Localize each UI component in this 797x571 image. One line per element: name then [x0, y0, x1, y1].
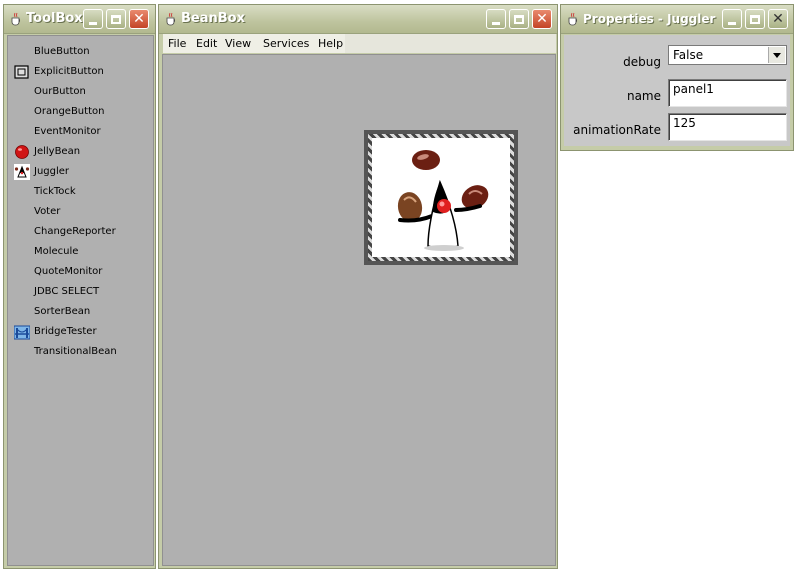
toolbox-item-label: Voter	[34, 206, 61, 217]
properties-panel: debug False name panel1 animationRate 12…	[564, 35, 790, 146]
name-field[interactable]: panel1	[668, 79, 787, 107]
toolbox-item-label: EventMonitor	[34, 126, 101, 137]
toolbox-item-label: TickTock	[34, 186, 76, 197]
beanbox-window: BeanBox ✕ File Edit View Services Help	[158, 4, 558, 569]
toolbox-item-label: BridgeTester	[34, 326, 97, 337]
debug-select[interactable]: False	[668, 45, 787, 65]
properties-minimize-button[interactable]	[722, 9, 742, 29]
close-icon: ✕	[133, 11, 145, 27]
toolbox-item-orangebutton[interactable]: OrangeButton	[8, 102, 153, 122]
beanbox-minimize-button[interactable]	[486, 9, 506, 29]
menubar-filler	[345, 34, 556, 53]
toolbox-item-voter[interactable]: Voter	[8, 202, 153, 222]
toolbox-item-molecule[interactable]: Molecule	[8, 242, 153, 262]
toolbox-list: BlueButton ExplicitButton OurButton Oran…	[8, 42, 153, 362]
toolbox-item-quotemonitor[interactable]: QuoteMonitor	[8, 262, 153, 282]
toolbox-item-label: ExplicitButton	[34, 66, 104, 77]
toolbox-item-jellybean[interactable]: JellyBean	[8, 142, 153, 162]
juggler-duke-image	[397, 150, 489, 251]
bridge-icon	[14, 325, 30, 340]
toolbox-item-ticktock[interactable]: TickTock	[8, 182, 153, 202]
java-cup-icon	[568, 12, 578, 26]
debug-select-value: False	[673, 48, 704, 62]
juggler-bean-display	[372, 138, 510, 257]
chevron-down-icon[interactable]	[768, 47, 785, 63]
animationrate-field[interactable]: 125	[668, 113, 787, 141]
menu-services[interactable]: Services	[263, 37, 309, 50]
toolbox-item-eventmonitor[interactable]: EventMonitor	[8, 122, 153, 142]
toolbox-item-label: JDBC SELECT	[34, 286, 100, 297]
toolbox-item-sorterbean[interactable]: SorterBean	[8, 302, 153, 322]
toolbox-item-label: SorterBean	[34, 306, 91, 317]
properties-titlebar[interactable]: Properties - Juggler ✕	[561, 5, 793, 34]
beanbox-titlebar[interactable]: BeanBox ✕	[159, 5, 557, 34]
toolbox-item-label: OrangeButton	[34, 106, 105, 117]
menu-help[interactable]: Help	[318, 37, 343, 50]
beanbox-menubar: File Edit View Services Help	[163, 34, 345, 53]
maximize-icon	[514, 14, 524, 24]
java-cup-icon	[166, 12, 176, 26]
maximize-icon	[750, 14, 760, 24]
toolbox-title: ToolBox	[26, 11, 83, 26]
toolbox-item-changereporter[interactable]: ChangeReporter	[8, 222, 153, 242]
toolbox-item-transitionalbean[interactable]: TransitionalBean	[8, 342, 153, 362]
beanbox-maximize-button[interactable]	[509, 9, 529, 29]
properties-window: Properties - Juggler ✕ debug False name …	[560, 4, 794, 151]
toolbox-item-label: TransitionalBean	[34, 346, 117, 357]
toolbox-item-ourbutton[interactable]: OurButton	[8, 82, 153, 102]
toolbox-close-button[interactable]: ✕	[129, 9, 149, 29]
properties-title: Properties - Juggler	[583, 12, 716, 26]
property-label-debug: debug	[623, 55, 661, 69]
toolbox-item-label: QuoteMonitor	[34, 266, 103, 277]
square-button-icon	[14, 65, 29, 79]
juggler-icon	[14, 164, 30, 180]
property-label-name: name	[626, 89, 661, 103]
toolbox-titlebar[interactable]: ToolBox ✕	[4, 5, 155, 34]
java-cup-icon	[11, 12, 21, 26]
toolbox-item-explicitbutton[interactable]: ExplicitButton	[8, 62, 153, 82]
toolbox-item-label: ChangeReporter	[34, 226, 116, 237]
toolbox-minimize-button[interactable]	[83, 9, 103, 29]
close-icon: ✕	[772, 11, 784, 27]
property-label-animationrate: animationRate	[573, 123, 661, 137]
properties-close-button[interactable]: ✕	[768, 9, 788, 29]
toolbox-item-label: Molecule	[34, 246, 79, 257]
toolbox-maximize-button[interactable]	[106, 9, 126, 29]
toolbox-item-bluebutton[interactable]: BlueButton	[8, 42, 153, 62]
minimize-icon	[492, 21, 500, 25]
menu-file[interactable]: File	[168, 37, 186, 50]
toolbox-item-label: OurButton	[34, 86, 86, 97]
properties-maximize-button[interactable]	[745, 9, 765, 29]
minimize-icon	[728, 21, 736, 25]
beanbox-close-button[interactable]: ✕	[532, 9, 552, 29]
toolbox-panel: BlueButton ExplicitButton OurButton Oran…	[7, 35, 154, 566]
toolbox-item-label: JellyBean	[34, 146, 81, 157]
close-icon: ✕	[536, 11, 548, 27]
minimize-icon	[89, 21, 97, 25]
toolbox-item-bridgetester[interactable]: BridgeTester	[8, 322, 153, 342]
juggler-bean[interactable]	[364, 130, 518, 265]
menu-view[interactable]: View	[225, 37, 251, 50]
beanbox-title: BeanBox	[181, 11, 245, 26]
toolbox-window: ToolBox ✕ BlueButton ExplicitButton OurB…	[3, 4, 156, 569]
maximize-icon	[111, 14, 121, 24]
toolbox-item-label: BlueButton	[34, 46, 90, 57]
menu-edit[interactable]: Edit	[196, 37, 217, 50]
toolbox-item-label: Juggler	[34, 166, 70, 177]
toolbox-item-jdbc-select[interactable]: JDBC SELECT	[8, 282, 153, 302]
beanbox-canvas[interactable]	[162, 54, 556, 566]
jellybean-icon	[15, 145, 29, 159]
toolbox-item-juggler[interactable]: Juggler	[8, 162, 153, 182]
